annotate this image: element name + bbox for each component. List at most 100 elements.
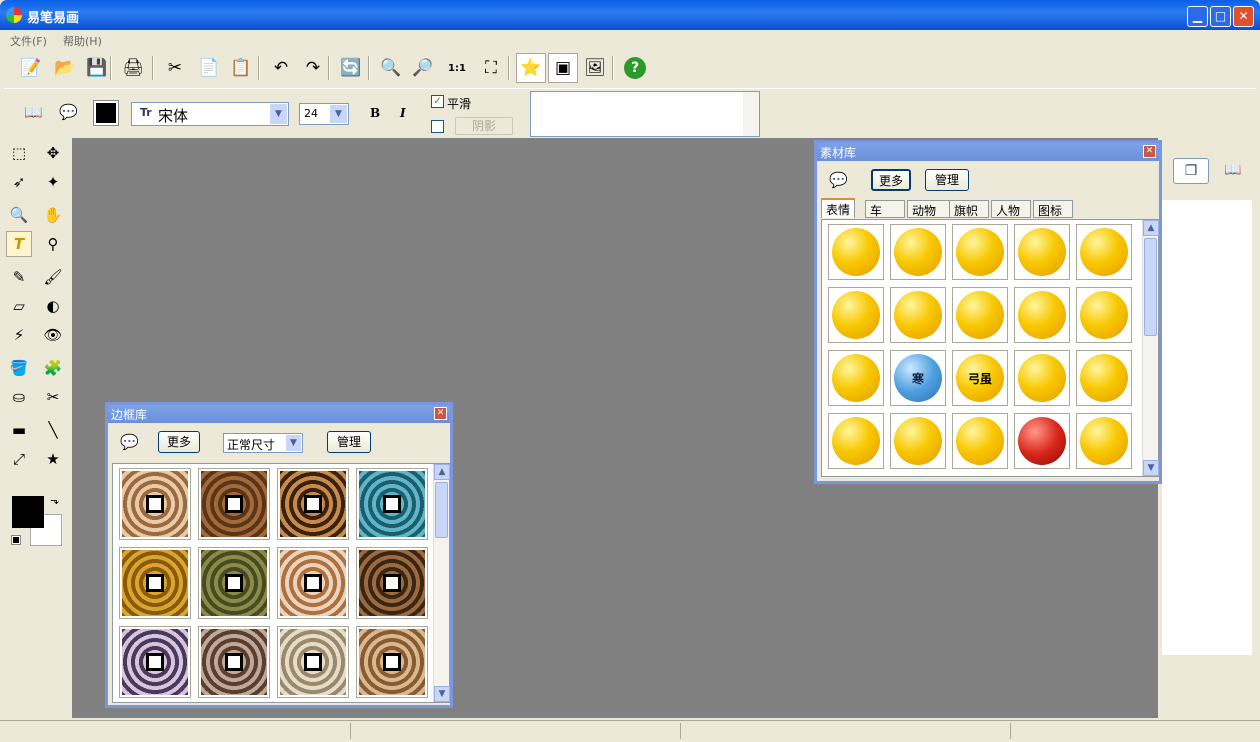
material-more-button[interactable]: 更多 [871,169,911,191]
contrast-icon[interactable]: ◐ [40,293,66,319]
comment-icon[interactable]: 💬 [59,103,78,121]
hand-icon[interactable]: ✋ [40,202,66,228]
emoticon-item[interactable] [1076,224,1132,280]
bucket-icon[interactable]: 🪣 [6,355,32,381]
bold-button[interactable]: B [370,106,380,120]
stamp-icon[interactable]: ⛀ [6,384,32,410]
frame-item[interactable] [277,626,349,698]
frame-item[interactable] [198,468,270,540]
tab-people[interactable]: 人物 [991,200,1031,218]
shadow-button[interactable]: 阴影 [455,117,513,135]
scroll-down-button[interactable]: ▼ [1143,460,1159,476]
undo-icon[interactable]: ↶ [266,53,296,83]
material-manage-button[interactable]: 管理 [925,169,969,191]
emoticon-item[interactable] [890,413,946,469]
frame-item[interactable] [277,547,349,619]
layer-list[interactable] [1162,200,1252,655]
text-tool-icon[interactable]: T [6,231,32,257]
magic-wand-icon[interactable]: ✦ [40,169,66,195]
tab-flags[interactable]: 旗帜 [949,200,989,218]
emoticon-item[interactable]: 寒 [890,350,946,406]
frame-item[interactable] [277,468,349,540]
zoom-tool-icon[interactable]: 🔍 [6,202,32,228]
frame-size-select[interactable]: 正常尺寸 ▼ [223,433,303,453]
scroll-thumb[interactable] [1144,238,1157,336]
print-icon[interactable]: 🖨 [118,53,148,83]
emoticon-item[interactable] [890,224,946,280]
emoticon-item[interactable] [1014,287,1070,343]
emoticon-item[interactable] [1076,350,1132,406]
cascade-icon[interactable]: ❐ [1173,158,1209,184]
frame-item[interactable] [119,626,191,698]
scroll-up-button[interactable]: ▲ [434,464,450,480]
scissors-icon[interactable]: ✂ [40,384,66,410]
book-icon[interactable]: 📖 [24,103,43,121]
emoticon-item[interactable]: 弓虽 [952,350,1008,406]
text-input-area[interactable] [530,91,760,137]
redo-icon[interactable]: ↷ [298,53,328,83]
scrollbar[interactable]: ▲ ▼ [1142,220,1159,476]
cut-icon[interactable]: ✂ [160,53,190,83]
help-icon[interactable]: ? [624,57,646,79]
pencil-icon[interactable]: ✎ [6,264,32,290]
fill-icon[interactable]: ⚡ [6,322,32,348]
italic-button[interactable]: I [400,106,406,120]
fit-screen-icon[interactable]: ⛶ [476,53,506,83]
copy-icon[interactable]: 📄 [194,53,224,83]
red-eye-icon[interactable]: 👁 [40,322,66,348]
actual-size-icon[interactable]: 1:1 [442,53,472,83]
frame-item[interactable] [356,547,428,619]
scrollbar[interactable]: ▲ ▼ [433,464,450,702]
eyedropper-icon[interactable]: ⚲ [40,231,66,257]
brush-icon[interactable]: 🖌 [40,264,66,290]
emoticon-item[interactable] [1014,413,1070,469]
rect-select-icon[interactable]: ⬚ [6,140,32,166]
gradient-icon[interactable]: ▬ [6,417,32,443]
frame-item[interactable] [356,626,428,698]
menu-help[interactable]: 帮助(H) [63,33,102,49]
frame-item[interactable] [356,468,428,540]
clipart-icon[interactable]: ⭐ [516,53,546,83]
emoticon-item[interactable] [952,287,1008,343]
tab-emoticons[interactable]: 表情 [821,198,856,218]
image-icon[interactable]: 🖼 [580,53,610,83]
book-icon[interactable]: 📖 [1224,162,1241,178]
zoom-out-icon[interactable]: 🔎 [408,53,438,83]
frame-item[interactable] [119,468,191,540]
emoticon-item[interactable] [828,224,884,280]
emoticon-item[interactable] [828,413,884,469]
eraser-icon[interactable]: ▱ [6,293,32,319]
close-button[interactable]: ✕ [1233,6,1254,27]
maximize-button[interactable]: □ [1210,6,1231,27]
open-folder-icon[interactable]: 📂 [50,53,80,83]
font-size-select[interactable]: 24 ▼ [299,103,349,125]
default-colors-icon[interactable] [11,535,21,545]
emoticon-item[interactable] [1076,413,1132,469]
scrollbar[interactable] [743,92,759,136]
close-icon[interactable]: ✕ [1143,145,1156,158]
tab-cars[interactable]: 车 [865,200,905,218]
frame-item[interactable] [198,626,270,698]
tab-icons[interactable]: 图标 [1033,200,1073,218]
refresh-icon[interactable]: 🔄 [336,53,366,83]
tab-animals[interactable]: 动物 [907,200,951,218]
emoticon-item[interactable] [828,287,884,343]
font-select[interactable]: Tr 宋体 ▼ [131,102,289,126]
scroll-down-button[interactable]: ▼ [434,686,450,702]
emoticon-item[interactable] [890,287,946,343]
save-icon[interactable]: 💾 [82,53,112,83]
frame-item[interactable] [198,547,270,619]
minimize-button[interactable]: ▁ [1187,6,1208,27]
move-icon[interactable]: ✥ [40,140,66,166]
frame-item[interactable] [119,547,191,619]
emoticon-item[interactable] [828,350,884,406]
scroll-up-button[interactable]: ▲ [1143,220,1159,236]
emoticon-item[interactable] [1076,287,1132,343]
scroll-thumb[interactable] [435,482,448,538]
shadow-checkbox[interactable] [431,120,444,133]
lasso-icon[interactable]: ➶ [6,169,32,195]
frame-more-button[interactable]: 更多 [158,431,200,453]
transform-icon[interactable]: ⤢ [6,446,32,472]
text-color-swatch[interactable] [93,100,119,126]
close-icon[interactable]: ✕ [434,407,447,420]
